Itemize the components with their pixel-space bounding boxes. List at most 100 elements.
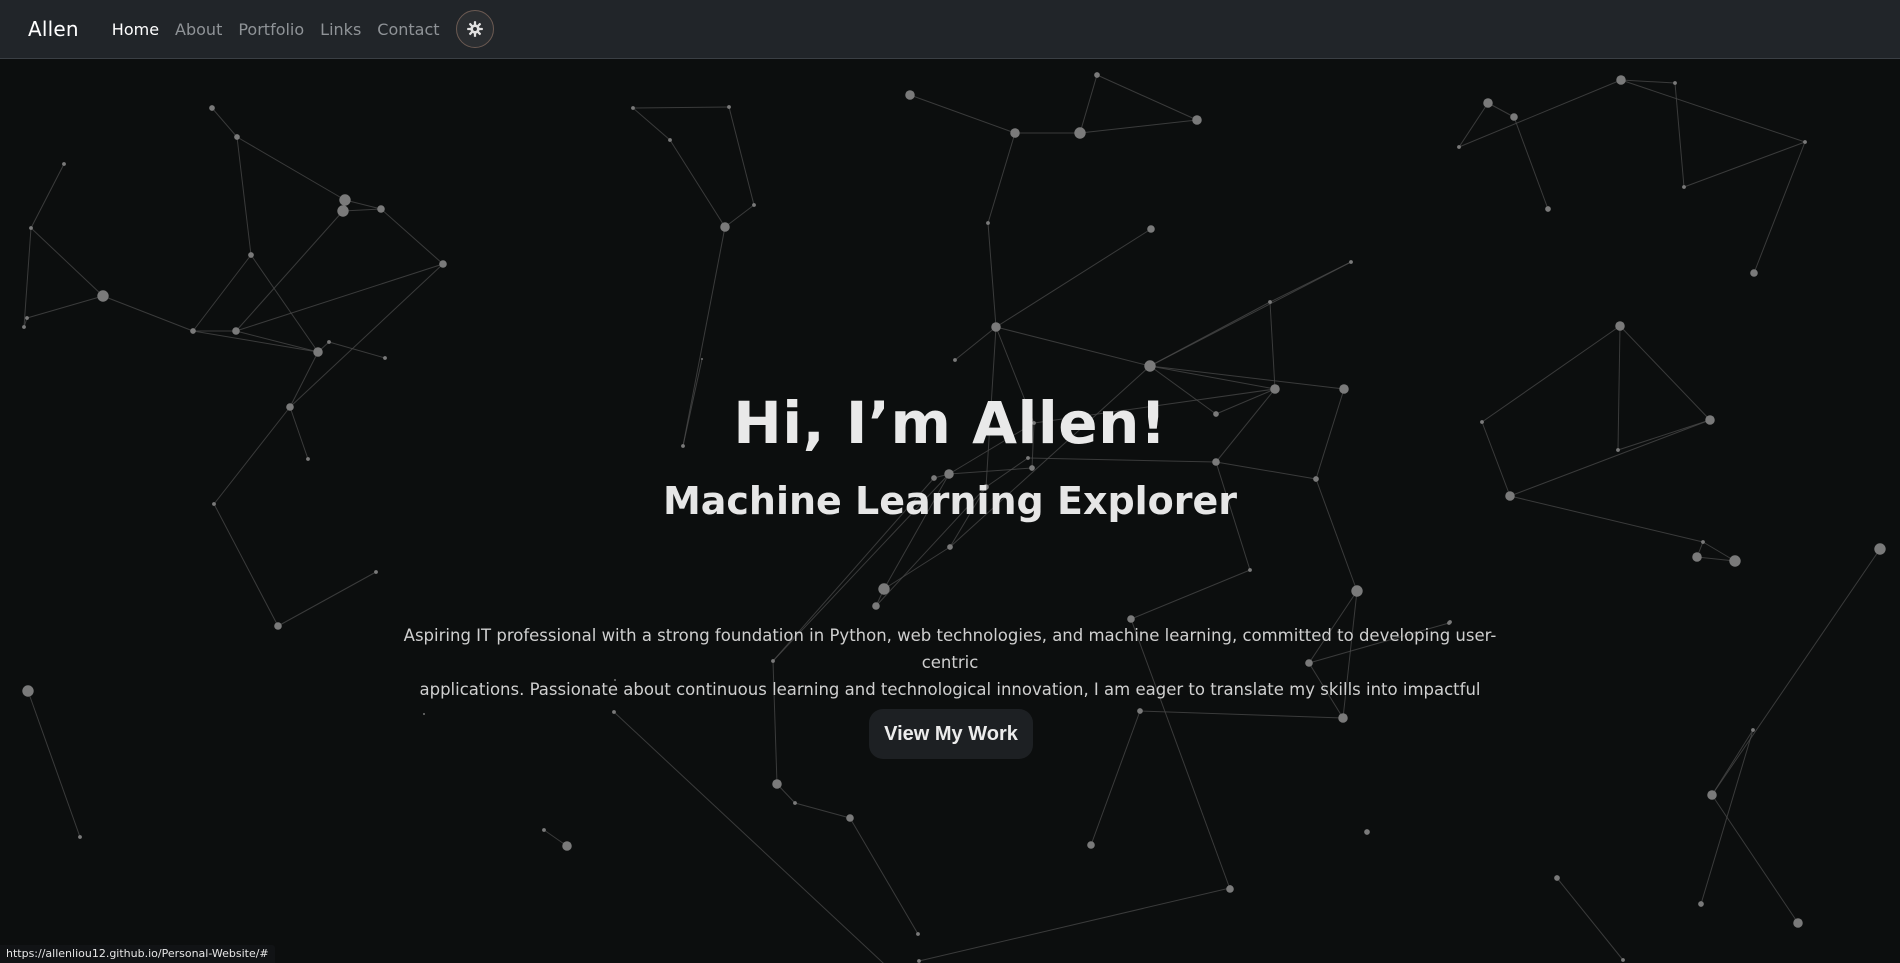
network-particle	[1554, 875, 1560, 881]
network-particle	[947, 544, 953, 550]
network-link	[1556, 877, 1624, 961]
hero-description-line: Aspiring IT professional with a strong f…	[403, 626, 1497, 672]
network-particle	[1751, 728, 1755, 732]
network-particle	[97, 290, 109, 302]
network-link	[954, 326, 997, 361]
network-particle	[872, 602, 880, 610]
network-link	[1711, 794, 1799, 924]
hero-title: Hi, I’m Allen!	[733, 389, 1167, 457]
network-link	[30, 227, 104, 297]
network-particle	[337, 205, 349, 217]
network-particle	[1874, 543, 1886, 555]
network-link	[1079, 119, 1198, 134]
network-link	[1753, 141, 1806, 274]
network-particle	[1364, 829, 1370, 835]
nav-link-portfolio[interactable]: Portfolio	[238, 20, 304, 39]
network-link	[1269, 301, 1276, 390]
network-particle	[916, 932, 920, 936]
network-link	[236, 136, 346, 201]
network-particle	[209, 105, 215, 111]
network-particle	[22, 325, 26, 329]
network-link	[1458, 79, 1622, 148]
network-particle	[917, 959, 921, 963]
network-particle	[1545, 206, 1551, 212]
network-link	[211, 107, 238, 138]
brand-logo[interactable]: Allen	[28, 17, 79, 41]
network-link	[1711, 548, 1881, 796]
network-link	[236, 136, 252, 256]
network-link	[26, 295, 104, 319]
network-link	[613, 711, 884, 963]
network-particle	[248, 252, 254, 258]
network-particle	[1248, 568, 1252, 572]
network-particle	[29, 226, 33, 230]
network-particle	[1212, 458, 1220, 466]
network-particle	[1268, 300, 1272, 304]
nav-link-links[interactable]: Links	[320, 20, 361, 39]
nav-link-home[interactable]: Home	[112, 20, 159, 39]
network-particle	[1692, 552, 1702, 562]
network-link	[883, 546, 951, 590]
network-particle	[986, 221, 990, 225]
network-link	[987, 132, 1016, 224]
network-particle	[991, 322, 1001, 332]
network-particle	[232, 327, 240, 335]
network-particle	[439, 260, 447, 268]
network-link	[1096, 74, 1198, 121]
network-link	[30, 163, 65, 229]
network-particle	[752, 203, 756, 207]
network-link	[728, 106, 755, 206]
network-link	[1149, 301, 1271, 367]
network-particle	[1616, 75, 1626, 85]
network-particle	[1457, 145, 1461, 149]
network-link	[632, 107, 671, 141]
nav-link-contact[interactable]: Contact	[377, 20, 439, 39]
network-link	[724, 204, 755, 228]
view-my-work-button[interactable]: View My Work	[869, 709, 1033, 759]
network-particle	[1803, 140, 1807, 144]
network-link	[192, 330, 319, 353]
network-particle	[1010, 128, 1020, 138]
network-link	[1711, 729, 1754, 796]
network-particle	[905, 90, 915, 100]
network-particle	[190, 328, 196, 334]
network-particle	[1351, 585, 1363, 597]
gear-icon	[466, 21, 483, 37]
nav-links: Home About Portfolio Links Contact	[112, 20, 456, 39]
network-link	[380, 208, 444, 265]
network-particle	[1510, 113, 1518, 121]
network-link	[1683, 141, 1806, 188]
network-particle	[668, 138, 672, 142]
network-particle	[1227, 885, 1233, 891]
network-link	[1079, 74, 1098, 134]
network-particle	[377, 205, 385, 213]
network-particle	[1144, 360, 1156, 372]
network-link	[1027, 457, 1217, 463]
network-link	[1149, 365, 1345, 390]
theme-toggle-button[interactable]	[455, 10, 494, 48]
network-particle	[1701, 540, 1705, 544]
network-link	[948, 467, 1033, 475]
network-link	[669, 139, 726, 228]
network-link	[794, 802, 851, 819]
nav-link-about[interactable]: About	[175, 20, 222, 39]
network-particle	[339, 194, 351, 206]
network-particle	[772, 779, 782, 789]
network-link	[918, 887, 1231, 962]
network-particle	[720, 222, 730, 232]
network-link	[277, 571, 377, 627]
network-particle	[313, 347, 323, 357]
network-particle	[631, 106, 635, 110]
network-particle	[1621, 958, 1625, 962]
network-particle	[1349, 260, 1353, 264]
network-particle	[1087, 841, 1095, 849]
network-link	[995, 326, 1151, 367]
network-particle	[1750, 269, 1758, 277]
network-particle	[1192, 115, 1202, 125]
network-particle	[1793, 918, 1803, 928]
network-link	[342, 208, 382, 212]
status-bar-url: https://allenliou12.github.io/Personal-W…	[0, 945, 275, 963]
network-link	[102, 295, 194, 332]
network-particle	[1682, 185, 1686, 189]
network-particle	[727, 105, 731, 109]
